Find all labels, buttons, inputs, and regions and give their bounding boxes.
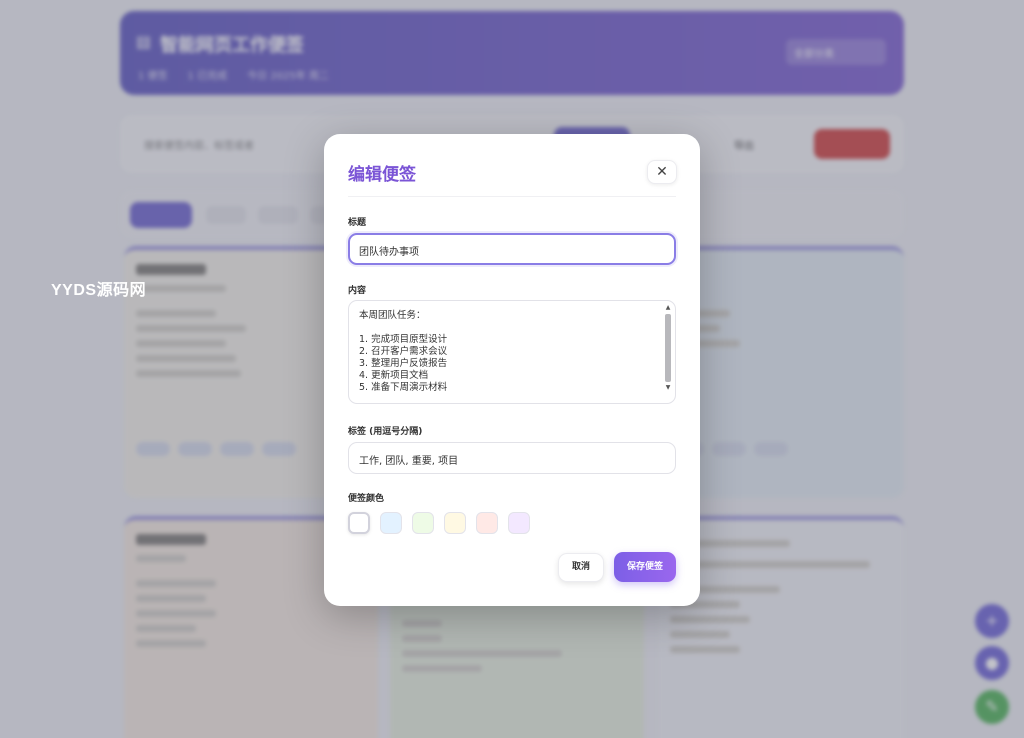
- save-note-button[interactable]: 保存便签: [614, 552, 676, 582]
- color-swatches: [348, 512, 530, 534]
- scroll-down-icon[interactable]: ▼: [664, 384, 672, 392]
- title-input[interactable]: 团队待办事项: [348, 233, 676, 265]
- color-swatch-white[interactable]: [348, 512, 370, 534]
- content-line: 2. 召开客户需求会议: [359, 346, 448, 357]
- content-textarea[interactable]: 本周团队任务： 1. 完成项目原型设计 2. 召开客户需求会议 3. 整理用户反…: [348, 300, 676, 404]
- divider: [348, 196, 676, 197]
- scroll-up-icon[interactable]: ▲: [664, 304, 672, 312]
- content-line: 3. 整理用户反馈报告: [359, 358, 448, 369]
- textarea-scrollbar[interactable]: ▲ ▼: [664, 304, 672, 402]
- tags-label: 标签 (用逗号分隔): [348, 427, 423, 437]
- color-swatch-pink[interactable]: [476, 512, 498, 534]
- edit-note-modal: 编辑便签 ✕ 标题 团队待办事项 内容 本周团队任务： 1. 完成项目原型设计 …: [324, 134, 700, 606]
- modal-title: 编辑便签: [348, 165, 416, 185]
- close-icon[interactable]: ✕: [647, 160, 677, 184]
- scrollbar-thumb[interactable]: [665, 314, 671, 382]
- watermark: YYDS源码网: [51, 282, 147, 299]
- color-swatch-blue[interactable]: [380, 512, 402, 534]
- content-line: 5. 准备下周演示材料: [359, 382, 448, 393]
- color-label: 便签颜色: [348, 494, 385, 504]
- content-label: 内容: [348, 286, 367, 296]
- content-line: 本周团队任务：: [359, 310, 426, 321]
- content-line: 1. 完成项目原型设计: [359, 334, 448, 345]
- cancel-button[interactable]: 取消: [558, 553, 604, 582]
- title-label: 标题: [348, 218, 367, 228]
- content-line: 4. 更新项目文档: [359, 370, 429, 381]
- tags-input[interactable]: 工作, 团队, 重要, 项目: [348, 442, 676, 474]
- color-swatch-green[interactable]: [412, 512, 434, 534]
- color-swatch-purple[interactable]: [508, 512, 530, 534]
- content-line: [359, 322, 665, 334]
- color-swatch-yellow[interactable]: [444, 512, 466, 534]
